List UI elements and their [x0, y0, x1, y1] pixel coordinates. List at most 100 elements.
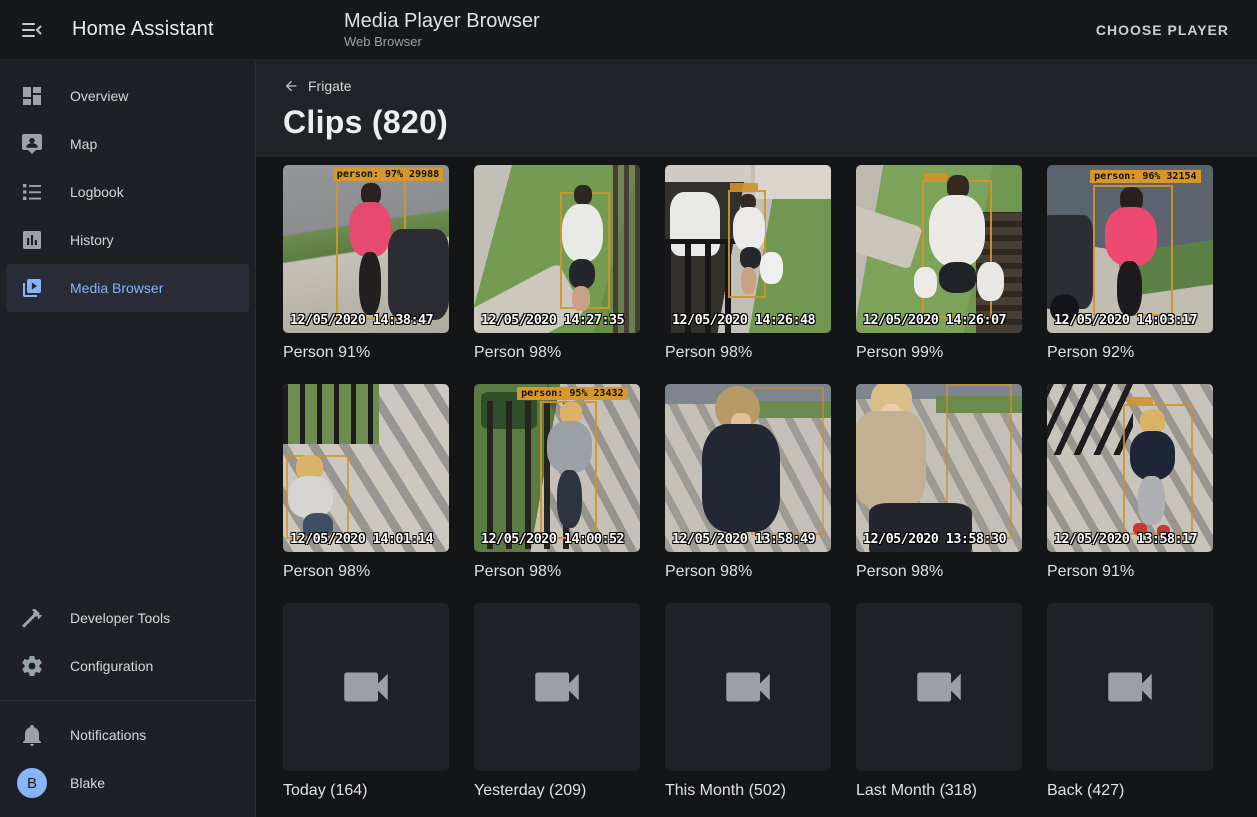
sidebar-item-label: Logbook — [70, 184, 124, 200]
sidebar-item-user-profile[interactable]: B Blake — [6, 759, 249, 807]
sidebar-item-media-browser[interactable]: Media Browser — [6, 264, 249, 312]
top-app-bar: Home Assistant Media Player Browser Web … — [0, 0, 1257, 60]
sidebar-item-configuration[interactable]: Configuration — [6, 642, 249, 690]
clip-label: Person 99% — [856, 344, 1022, 362]
clip-thumbnail: person: 95% 23432 12/05/2020 14:00:52 — [474, 384, 640, 552]
sidebar-item-history[interactable]: History — [6, 216, 249, 264]
media-play-box-icon — [20, 276, 44, 300]
clip-label: Person 91% — [283, 344, 449, 362]
timestamp-overlay: 12/05/2020 13:58:17 — [1054, 531, 1197, 547]
clip-label: Person 98% — [665, 344, 831, 362]
folder-card-today[interactable]: Today (164) — [283, 603, 449, 800]
app-window: Home Assistant Media Player Browser Web … — [0, 0, 1257, 817]
photo-figure — [562, 204, 604, 263]
sidebar: Overview Map Logbook — [0, 60, 256, 817]
photo-figure — [856, 205, 922, 270]
annotation-tag — [730, 183, 758, 190]
clip-thumbnail: 12/05/2020 14:26:07 — [856, 165, 1022, 333]
app-title: Home Assistant — [72, 18, 214, 41]
photo-figure — [977, 262, 1004, 301]
content-body: person: 97% 29988 12/05/2020 14:38:47 Pe… — [256, 157, 1257, 817]
choose-player-button[interactable]: CHOOSE PLAYER — [1088, 14, 1237, 46]
sidebar-item-overview[interactable]: Overview — [6, 72, 249, 120]
clip-card[interactable]: 12/05/2020 14:26:07 Person 99% — [856, 165, 1022, 362]
photo-figure — [702, 424, 780, 532]
sidebar-toggle-icon[interactable] — [8, 6, 56, 54]
sidebar-item-label: History — [70, 232, 114, 248]
timestamp-overlay: 12/05/2020 14:27:35 — [481, 312, 624, 328]
folder-card-last-month[interactable]: Last Month (318) — [856, 603, 1022, 800]
annotation-tag: person: 97% 29988 — [333, 168, 443, 181]
photo-figure — [856, 411, 926, 508]
sidebar-item-logbook[interactable]: Logbook — [6, 168, 249, 216]
clip-thumbnail: 12/05/2020 14:26:48 — [665, 165, 831, 333]
breadcrumb-back-frigate[interactable]: Frigate — [283, 78, 352, 94]
photo-figure — [914, 267, 937, 297]
photo-figure — [665, 165, 751, 182]
breadcrumb-label: Frigate — [308, 78, 352, 94]
clip-card[interactable]: 12/05/2020 13:58:30 Person 98% — [856, 384, 1022, 581]
content-header: Frigate Clips (820) — [256, 60, 1257, 157]
photo-figure — [1130, 431, 1175, 480]
sidebar-item-label: Overview — [70, 88, 128, 104]
clip-card[interactable]: person: 95% 23432 12/05/2020 14:00:52 Pe… — [474, 384, 640, 581]
clip-card[interactable]: 12/05/2020 14:26:48 Person 98% — [665, 165, 831, 362]
folder-card-back[interactable]: Back (427) — [1047, 603, 1213, 800]
annotation-tag: person: 96% 32154 — [1090, 170, 1200, 183]
folder-card-yesterday[interactable]: Yesterday (209) — [474, 603, 640, 800]
video-camera-icon — [719, 658, 777, 716]
sidebar-item-notifications[interactable]: Notifications — [6, 711, 249, 759]
annotation-tag — [1127, 397, 1154, 404]
sidebar-item-developer-tools[interactable]: Developer Tools — [6, 594, 249, 642]
photo-figure — [359, 252, 381, 314]
sidebar-divider — [0, 700, 255, 701]
clip-label: Person 98% — [283, 563, 449, 581]
sidebar-item-label: Developer Tools — [70, 610, 170, 626]
sidebar-item-label: Notifications — [70, 727, 146, 743]
timestamp-overlay: 12/05/2020 14:38:47 — [290, 312, 433, 328]
photo-figure — [760, 252, 783, 284]
timestamp-overlay: 12/05/2020 14:00:52 — [481, 531, 624, 547]
clip-card[interactable]: 12/05/2020 14:27:35 Person 98% — [474, 165, 640, 362]
clip-card[interactable]: person: 97% 29988 12/05/2020 14:38:47 Pe… — [283, 165, 449, 362]
sidebar-item-label: Configuration — [70, 658, 153, 674]
photo-figure — [929, 195, 985, 267]
photo-figure — [1138, 476, 1165, 525]
clip-card[interactable]: 12/05/2020 13:58:17 Person 91% — [1047, 384, 1213, 581]
clip-card[interactable]: 12/05/2020 14:01:14 Person 98% — [283, 384, 449, 581]
clip-label: Person 98% — [856, 563, 1022, 581]
sidebar-item-map[interactable]: Map — [6, 120, 249, 168]
dashboard-icon — [20, 84, 44, 108]
video-camera-icon — [528, 658, 586, 716]
hammer-icon — [20, 606, 44, 630]
folder-thumbnail — [856, 603, 1022, 771]
clip-thumbnail: 12/05/2020 14:27:35 — [474, 165, 640, 333]
page-title: Media Player Browser — [344, 9, 540, 33]
clip-label: Person 92% — [1047, 344, 1213, 362]
folder-label: Back (427) — [1047, 782, 1213, 800]
photo-figure — [1105, 207, 1156, 266]
clip-thumbnail: person: 97% 29988 12/05/2020 14:38:47 — [283, 165, 449, 333]
photo-figure — [613, 165, 640, 333]
gear-icon — [20, 654, 44, 678]
photo-figure — [547, 421, 592, 473]
folder-label: Yesterday (209) — [474, 782, 640, 800]
clips-grid: person: 97% 29988 12/05/2020 14:38:47 Pe… — [283, 165, 1257, 800]
clip-thumbnail: 12/05/2020 14:01:14 — [283, 384, 449, 552]
folder-label: This Month (502) — [665, 782, 831, 800]
photo-figure — [569, 259, 596, 289]
folder-thumbnail — [665, 603, 831, 771]
photo-figure — [574, 185, 592, 205]
clip-thumbnail: 12/05/2020 13:58:17 — [1047, 384, 1213, 552]
folder-label: Today (164) — [283, 782, 449, 800]
photo-figure — [1047, 384, 1133, 455]
timestamp-overlay: 12/05/2020 14:01:14 — [290, 531, 433, 547]
folder-card-this-month[interactable]: This Month (502) — [665, 603, 831, 800]
clip-label: Person 91% — [1047, 563, 1213, 581]
clip-card[interactable]: 12/05/2020 13:58:49 Person 98% — [665, 384, 831, 581]
clip-card[interactable]: person: 96% 32154 12/05/2020 14:03:17 Pe… — [1047, 165, 1213, 362]
photo-figure — [741, 267, 756, 294]
clip-label: Person 98% — [474, 563, 640, 581]
sidebar-item-label: Media Browser — [70, 280, 163, 296]
folder-thumbnail — [1047, 603, 1213, 771]
